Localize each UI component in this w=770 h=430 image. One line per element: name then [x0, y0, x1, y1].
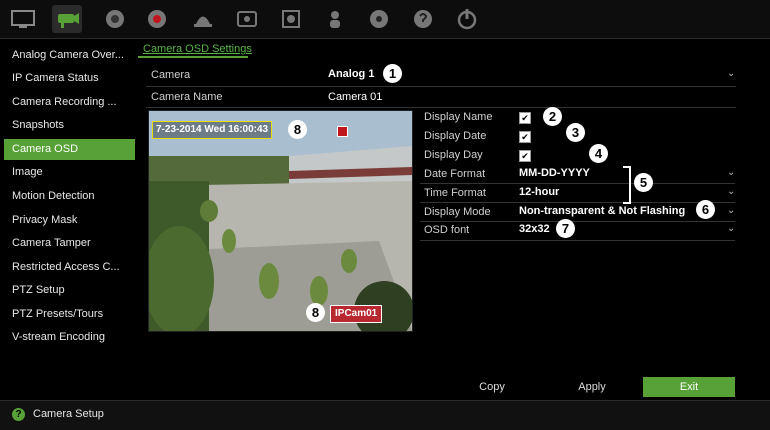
- callout-1: 1: [383, 64, 402, 83]
- camera-select-value[interactable]: Analog 1: [328, 68, 374, 80]
- camera-label: Camera: [151, 69, 191, 81]
- status-bar: ? Camera Setup: [0, 400, 770, 430]
- record-icon[interactable]: [142, 5, 172, 33]
- time-format-select[interactable]: 12-hour: [519, 186, 559, 198]
- name-overlay[interactable]: IPCam01: [330, 305, 383, 323]
- divider: [420, 202, 735, 203]
- display-mode-select[interactable]: Non-transparent & Not Flashing: [519, 205, 685, 217]
- camera-icon[interactable]: [52, 5, 82, 33]
- callout-4: 4: [589, 144, 608, 163]
- divider: [420, 240, 735, 241]
- callout-3: 3: [566, 123, 585, 142]
- preview-scene: [149, 111, 412, 331]
- callout-2: 2: [543, 107, 562, 126]
- main-panel: Camera OSD Settings Camera Analog 1 1 ⌄ …: [138, 40, 770, 400]
- sidebar-item-analog-camera-overview[interactable]: Analog Camera Over...: [4, 45, 135, 66]
- divider: [420, 221, 735, 222]
- date-format-label: Date Format: [424, 168, 486, 180]
- divider: [420, 183, 735, 184]
- user-icon[interactable]: [320, 5, 350, 33]
- divider: [146, 86, 736, 87]
- apply-button[interactable]: Apply: [553, 377, 631, 397]
- camera-preview[interactable]: 7-23-2014 Wed 16:00:43 8 8 IPCam01: [148, 110, 413, 332]
- chevron-down-icon[interactable]: ⌄: [727, 186, 735, 197]
- date-overlay[interactable]: 7-23-2014 Wed 16:00:43: [152, 121, 273, 139]
- display-day-checkbox[interactable]: ✔: [519, 150, 531, 162]
- top-toolbar: [0, 0, 770, 39]
- copy-button[interactable]: Copy: [456, 377, 528, 397]
- display-name-checkbox[interactable]: ✔: [519, 112, 531, 124]
- settings-icon[interactable]: [364, 5, 394, 33]
- divider: [146, 107, 736, 108]
- sidebar-item-camera-tamper[interactable]: Camera Tamper: [4, 233, 135, 254]
- help-icon[interactable]: [408, 5, 438, 33]
- hdd-icon[interactable]: [232, 5, 262, 33]
- page-title[interactable]: Camera OSD Settings: [143, 43, 252, 55]
- sidebar-item-v-stream-encoding[interactable]: V-stream Encoding: [4, 327, 135, 348]
- callout-7: 7: [556, 219, 575, 238]
- title-underline: [138, 56, 248, 58]
- osd-font-select[interactable]: 32x32: [519, 223, 550, 235]
- monitor-icon[interactable]: [8, 5, 38, 33]
- camera-name-field[interactable]: Camera 01: [328, 91, 382, 103]
- archive-icon[interactable]: [276, 5, 306, 33]
- power-icon[interactable]: [452, 5, 482, 33]
- exit-button[interactable]: Exit: [643, 377, 735, 397]
- status-text: Camera Setup: [33, 408, 104, 420]
- sidebar-item-privacy-mask[interactable]: Privacy Mask: [4, 210, 135, 231]
- sidebar-item-restricted-access[interactable]: Restricted Access C...: [4, 257, 135, 278]
- date-format-select[interactable]: MM-DD-YYYY: [519, 167, 590, 179]
- callout-6: 6: [696, 200, 715, 219]
- record-indicator-icon: [337, 126, 348, 137]
- time-format-label: Time Format: [424, 187, 486, 199]
- sidebar-item-ip-camera-status[interactable]: IP Camera Status: [4, 68, 135, 89]
- sidebar-item-snapshots[interactable]: Snapshots: [4, 115, 135, 136]
- callout-8-date: 8: [288, 120, 307, 139]
- chevron-down-icon[interactable]: ⌄: [727, 167, 735, 178]
- callout-5: 5: [634, 173, 653, 192]
- camera-name-label: Camera Name: [151, 91, 223, 103]
- callout-8-name: 8: [306, 303, 325, 322]
- help-icon[interactable]: ?: [12, 408, 25, 421]
- bracket-5: [623, 166, 631, 204]
- chevron-down-icon[interactable]: ⌄: [727, 205, 735, 216]
- sidebar-item-camera-recording[interactable]: Camera Recording ...: [4, 92, 135, 113]
- sidebar-item-motion-detection[interactable]: Motion Detection: [4, 186, 135, 207]
- display-date-checkbox[interactable]: ✔: [519, 131, 531, 143]
- display-mode-label: Display Mode: [424, 206, 491, 218]
- chevron-down-icon[interactable]: ⌄: [727, 68, 735, 79]
- network-icon[interactable]: [100, 5, 130, 33]
- sidebar-menu: Analog Camera Over... IP Camera Status C…: [0, 40, 135, 400]
- display-name-label: Display Name: [424, 111, 493, 123]
- display-date-label: Display Date: [424, 130, 487, 142]
- chevron-down-icon[interactable]: ⌄: [727, 223, 735, 234]
- alarm-icon[interactable]: [188, 5, 218, 33]
- sidebar-item-image[interactable]: Image: [4, 162, 135, 183]
- sidebar-item-ptz-presets-tours[interactable]: PTZ Presets/Tours: [4, 304, 135, 325]
- sidebar-item-camera-osd[interactable]: Camera OSD: [4, 139, 135, 160]
- display-day-label: Display Day: [424, 149, 483, 161]
- sidebar-item-ptz-setup[interactable]: PTZ Setup: [4, 280, 135, 301]
- osd-font-label: OSD font: [424, 224, 470, 236]
